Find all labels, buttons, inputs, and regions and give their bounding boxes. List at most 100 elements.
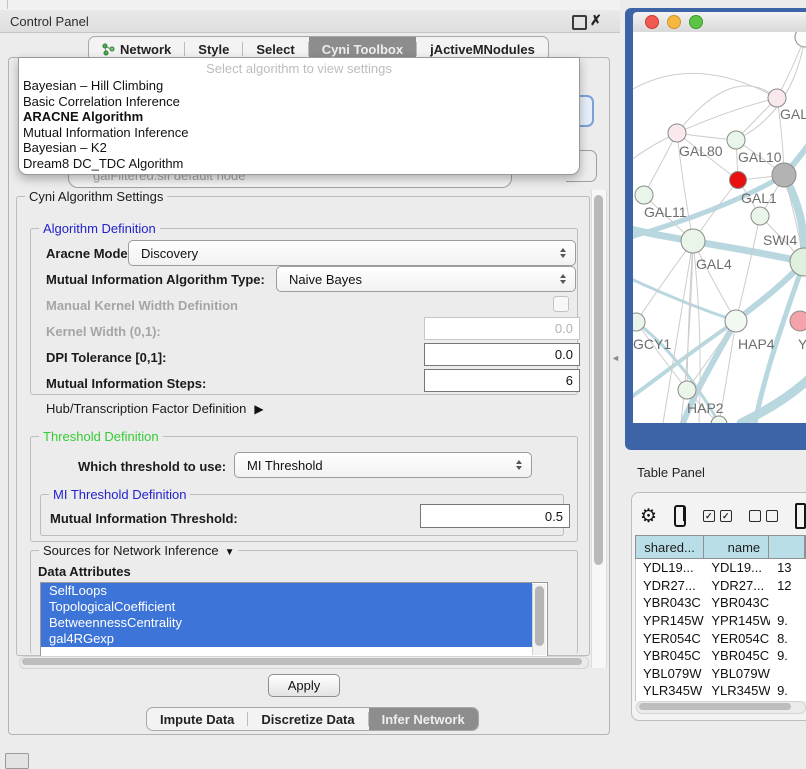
settings-vertical-scrollbar[interactable] bbox=[591, 190, 607, 668]
table-cell: YDR27... bbox=[636, 578, 704, 593]
spinner-arrows-icon bbox=[560, 274, 566, 284]
mi-steps-value: 6 bbox=[566, 373, 573, 388]
network-node-hap4[interactable] bbox=[725, 310, 747, 332]
panel-corner-button[interactable] bbox=[5, 753, 29, 769]
list-vertical-scrollbar[interactable] bbox=[532, 584, 546, 655]
toolbar-divider bbox=[7, 0, 8, 9]
column-layout-icon[interactable] bbox=[674, 505, 686, 527]
mi-type-combo[interactable]: Naive Bayes bbox=[276, 266, 576, 292]
which-threshold-label: Which threshold to use: bbox=[78, 459, 226, 474]
table-cell: 9. bbox=[770, 613, 806, 628]
mi-threshold-label: Mutual Information Threshold: bbox=[50, 511, 238, 526]
zoom-traffic-light-icon[interactable] bbox=[689, 15, 703, 29]
table-horizontal-scrollbar[interactable] bbox=[636, 701, 806, 714]
table-cell: YDL19... bbox=[636, 560, 704, 575]
algorithm-option[interactable]: Mutual Information Inference bbox=[19, 125, 579, 141]
deselect-all-checks-icon[interactable] bbox=[749, 510, 778, 522]
tab-discretize-data[interactable]: Discretize Data bbox=[248, 708, 367, 730]
algorithm-option[interactable]: Bayesian – Hill Climbing bbox=[19, 78, 579, 94]
network-node-gal1[interactable] bbox=[730, 172, 747, 189]
tab-label: Cyni Toolbox bbox=[322, 42, 403, 57]
network-node-hap2[interactable] bbox=[678, 381, 696, 399]
attribute-item[interactable]: TopologicalCoefficient bbox=[41, 599, 532, 615]
column-header-shared-[interactable]: shared... bbox=[636, 536, 704, 558]
network-canvas[interactable]: GALGAL80GAL10GAL1GAL11SWI4GAL4HAP4YGCY1H… bbox=[633, 32, 806, 423]
sources-title[interactable]: Sources for Network Inference▼ bbox=[39, 543, 238, 558]
table-cell: 12 bbox=[770, 578, 806, 593]
algorithm-option[interactable]: ARACNE Algorithm bbox=[19, 109, 579, 125]
attribute-item[interactable]: gal4RGexp bbox=[41, 631, 532, 647]
control-panel-title: Control Panel bbox=[10, 14, 89, 29]
table-row[interactable]: YLR345WYLR345W9. bbox=[636, 682, 806, 700]
dpi-tolerance-field[interactable]: 0.0 bbox=[424, 343, 580, 366]
table-cell: YBR045C bbox=[636, 648, 704, 663]
network-node[interactable] bbox=[711, 416, 727, 423]
close-traffic-light-icon[interactable] bbox=[645, 15, 659, 29]
new-table-icon[interactable] bbox=[795, 503, 806, 529]
table-row[interactable]: YBR045CYBR045C9. bbox=[636, 647, 806, 665]
settings-horizontal-scrollbar[interactable] bbox=[19, 656, 589, 669]
tab-label: Network bbox=[120, 42, 171, 57]
network-node[interactable] bbox=[795, 32, 806, 47]
mi-steps-label: Mutual Information Steps: bbox=[46, 376, 206, 391]
network-node-label: GAL10 bbox=[738, 149, 782, 165]
table-row[interactable]: YPR145WYPR145W9. bbox=[636, 612, 806, 630]
network-node-gal[interactable] bbox=[768, 89, 786, 107]
tab-label: Select bbox=[256, 42, 294, 57]
table-row[interactable]: YBR043CYBR043C bbox=[636, 594, 806, 612]
table-cell: 9. bbox=[770, 683, 806, 698]
network-node-gal80[interactable] bbox=[668, 124, 686, 142]
float-window-icon[interactable] bbox=[572, 15, 587, 30]
kernel-width-value: 0.0 bbox=[555, 321, 573, 336]
table-row[interactable]: YBL079WYBL079W bbox=[636, 665, 806, 683]
bottom-tab-bar: Impute DataDiscretize Data Infer Network bbox=[146, 707, 479, 731]
network-node-swi4[interactable] bbox=[751, 207, 769, 225]
network-window-titlebar bbox=[633, 12, 806, 33]
mi-threshold-value: 0.5 bbox=[545, 509, 563, 524]
network-node[interactable] bbox=[772, 163, 796, 187]
hub-section-toggle[interactable]: Hub/Transcription Factor Definition▶ bbox=[46, 401, 264, 416]
table-cell: YDR27... bbox=[704, 578, 770, 593]
kernel-width-field[interactable]: 0.0 bbox=[424, 317, 580, 340]
network-node-gal11[interactable] bbox=[635, 186, 653, 204]
panel-divider-arrow[interactable]: ◄ bbox=[611, 353, 620, 363]
table-cell: YBL079W bbox=[704, 666, 770, 681]
network-node-labels: GALGAL80GAL10GAL1GAL11SWI4GAL4HAP4YGCY1H… bbox=[633, 106, 806, 416]
tab-label: jActiveMNodules bbox=[430, 42, 535, 57]
network-node-label: GAL11 bbox=[644, 204, 687, 220]
mi-steps-field[interactable]: 6 bbox=[424, 369, 580, 392]
network-node-y[interactable] bbox=[790, 311, 806, 331]
spinner-arrows-icon bbox=[560, 248, 566, 258]
column-header-name[interactable]: name bbox=[704, 536, 769, 558]
which-threshold-combo[interactable]: MI Threshold bbox=[234, 452, 532, 478]
table-row[interactable]: YER054CYER054C8. bbox=[636, 629, 806, 647]
network-node-label: GCY1 bbox=[633, 336, 671, 352]
table-row[interactable]: YDR27...YDR27...12 bbox=[636, 577, 806, 595]
algorithm-dropdown[interactable]: Select algorithm to view settings Bayesi… bbox=[18, 57, 580, 175]
network-node-label: HAP4 bbox=[738, 336, 775, 352]
tab-impute-data[interactable]: Impute Data bbox=[147, 708, 247, 730]
attribute-item[interactable]: SelfLoops bbox=[41, 583, 532, 599]
algorithm-option[interactable]: Bayesian – K2 bbox=[19, 140, 579, 156]
select-all-checks-icon[interactable]: ✓✓ bbox=[703, 510, 732, 522]
algorithm-option[interactable]: Dream8 DC_TDC Algorithm bbox=[19, 156, 579, 172]
tab-label: Style bbox=[198, 42, 229, 57]
aracne-mode-combo[interactable]: Discovery bbox=[128, 240, 576, 266]
table-row[interactable]: YDL19...YDL19...13 bbox=[636, 559, 806, 577]
network-node-gal10[interactable] bbox=[727, 131, 745, 149]
algorithm-option[interactable]: Basic Correlation Inference bbox=[19, 94, 579, 110]
column-header-cut[interactable] bbox=[769, 536, 805, 558]
attribute-item[interactable]: BetweennessCentrality bbox=[41, 615, 532, 631]
close-icon[interactable]: ✗ bbox=[590, 12, 602, 29]
mi-threshold-field[interactable]: 0.5 bbox=[420, 504, 570, 528]
network-node-label: GAL bbox=[780, 106, 806, 122]
minimize-traffic-light-icon[interactable] bbox=[667, 15, 681, 29]
manual-kernel-checkbox[interactable] bbox=[553, 296, 569, 312]
tab-label: Infer Network bbox=[382, 712, 465, 727]
apply-button[interactable]: Apply bbox=[268, 674, 340, 697]
data-attributes-list[interactable]: SelfLoopsTopologicalCoefficientBetweenne… bbox=[40, 582, 548, 657]
node-table: shared...name YDL19...YDL19...13YDR27...… bbox=[635, 535, 806, 701]
gear-icon[interactable]: ⚙ bbox=[640, 507, 657, 526]
tab-infer-network[interactable]: Infer Network bbox=[369, 708, 478, 730]
network-node-gal4[interactable] bbox=[681, 229, 705, 253]
